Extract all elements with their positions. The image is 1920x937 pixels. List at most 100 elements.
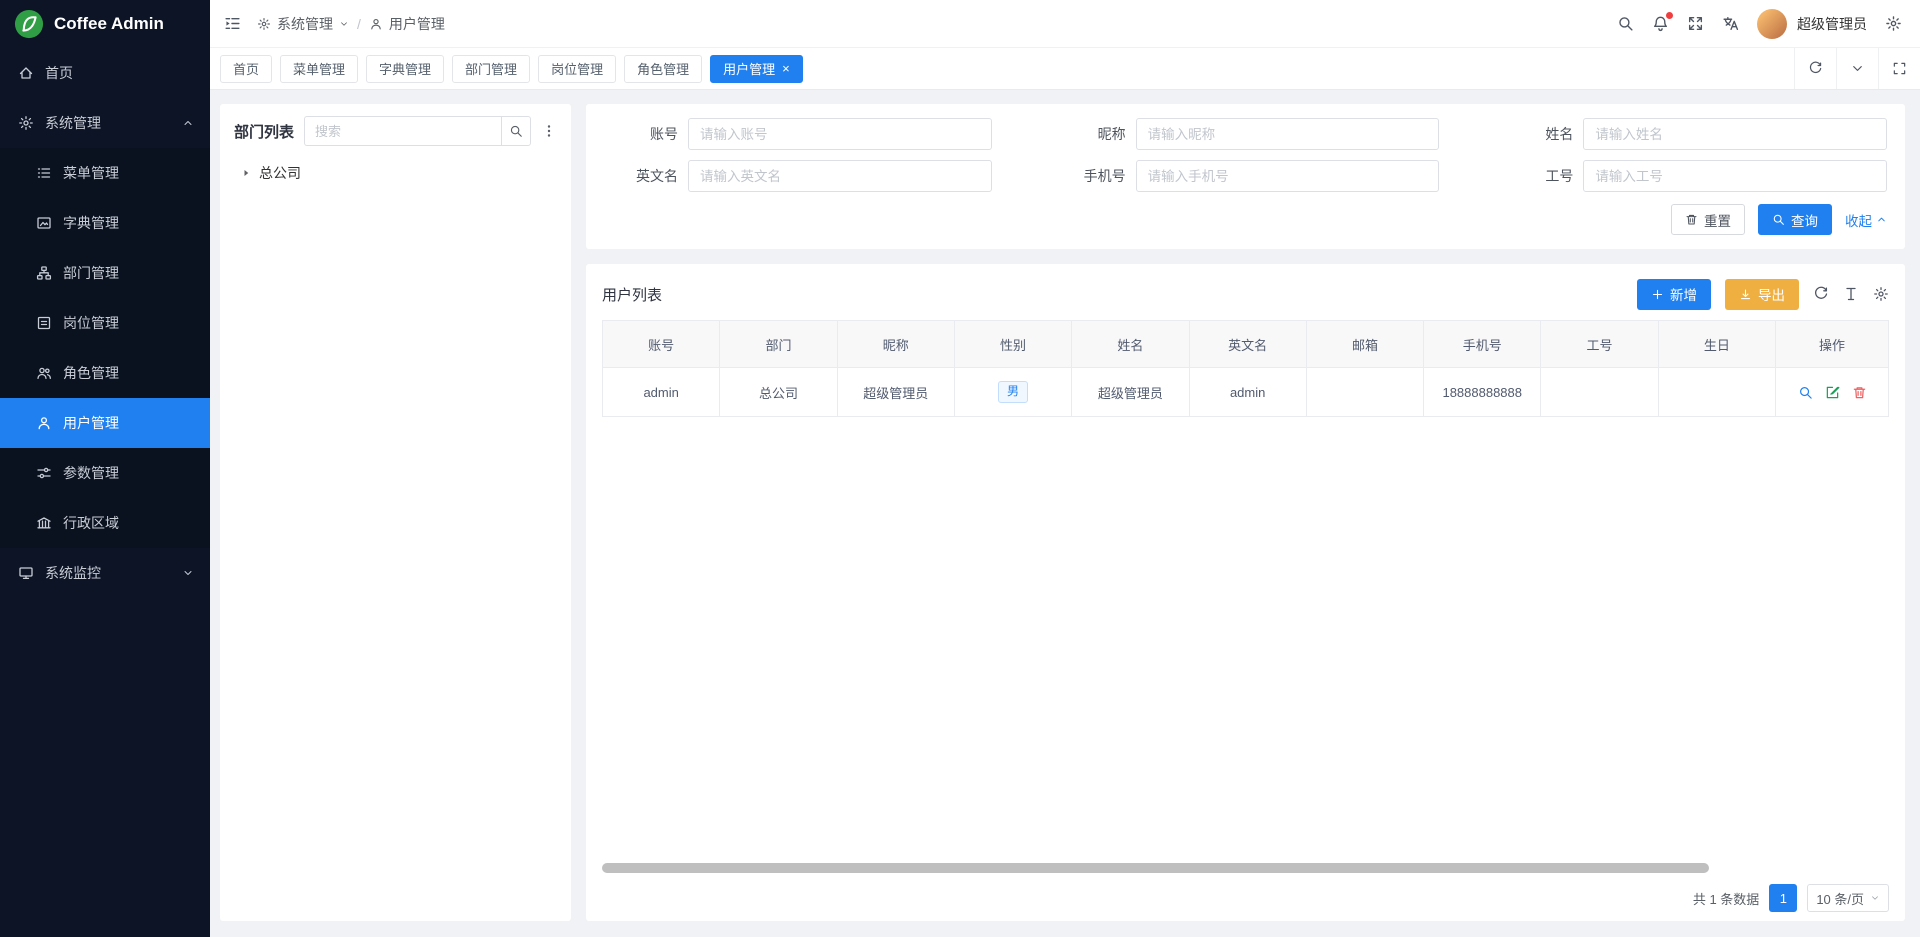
- sidebar-collapse-button[interactable]: [224, 15, 241, 32]
- delete-row-button[interactable]: [1852, 385, 1867, 400]
- edit-row-button[interactable]: [1825, 385, 1840, 400]
- cell-dept: 总公司: [720, 368, 837, 417]
- phone-input[interactable]: [1136, 160, 1440, 192]
- sidebar-item-param-management[interactable]: 参数管理: [0, 448, 210, 498]
- name-input[interactable]: [1583, 118, 1887, 150]
- pagination-page-1[interactable]: 1: [1769, 884, 1797, 912]
- sidebar-item-user-management[interactable]: 用户管理: [0, 398, 210, 448]
- pagination-total: 共 1 条数据: [1693, 889, 1759, 908]
- sidebar-item-label: 部门管理: [63, 263, 119, 283]
- sidebar-item-role-management[interactable]: 角色管理: [0, 348, 210, 398]
- gear-icon: [1885, 15, 1902, 32]
- avatar[interactable]: [1757, 9, 1787, 39]
- sidebar-item-label: 行政区域: [63, 513, 119, 533]
- department-panel: 部门列表 总公司: [220, 104, 571, 921]
- export-label: 导出: [1758, 284, 1785, 304]
- collapse-filter-button[interactable]: 收起: [1845, 210, 1887, 230]
- add-user-label: 新增: [1670, 284, 1697, 304]
- user-icon: [369, 17, 383, 31]
- view-row-button[interactable]: [1798, 385, 1813, 400]
- tab-label: 菜单管理: [293, 59, 345, 78]
- table-density-button[interactable]: [1843, 286, 1859, 302]
- refresh-page-button[interactable]: [1794, 48, 1836, 89]
- search-icon: [1772, 213, 1785, 226]
- scrollbar-thumb[interactable]: [602, 863, 1709, 873]
- sidebar-item-dept-management[interactable]: 部门管理: [0, 248, 210, 298]
- account-input[interactable]: [688, 118, 992, 150]
- column-header: 部门: [720, 321, 837, 368]
- sidebar-item-post-management[interactable]: 岗位管理: [0, 298, 210, 348]
- fullscreen-button[interactable]: [1687, 15, 1704, 32]
- work-no-input[interactable]: [1583, 160, 1887, 192]
- query-button[interactable]: 查询: [1758, 204, 1832, 235]
- page-content: 部门列表 总公司: [210, 90, 1920, 937]
- user-table: 账号 部门 昵称 性别 姓名 英文名 邮箱 手机号 工号 生日 操作: [602, 320, 1889, 417]
- department-panel-title: 部门列表: [234, 121, 294, 142]
- department-search-button[interactable]: [501, 116, 531, 146]
- sidebar-item-label: 系统管理: [45, 113, 101, 133]
- trash-icon: [1852, 385, 1867, 400]
- reset-button[interactable]: 重置: [1671, 204, 1745, 235]
- nickname-input[interactable]: [1136, 118, 1440, 150]
- sidebar-item-home[interactable]: 首页: [0, 48, 210, 98]
- cell-phone: 18888888888: [1424, 368, 1541, 417]
- menu-list-icon: [36, 165, 52, 181]
- refresh-table-button[interactable]: [1813, 286, 1829, 302]
- language-switch-button[interactable]: [1722, 15, 1739, 32]
- tab-menu-management[interactable]: 菜单管理: [280, 55, 358, 83]
- department-search: [304, 116, 531, 146]
- table-header-row: 账号 部门 昵称 性别 姓名 英文名 邮箱 手机号 工号 生日 操作: [603, 321, 1889, 368]
- breadcrumb-user-management[interactable]: 用户管理: [369, 14, 445, 34]
- tab-home[interactable]: 首页: [220, 55, 272, 83]
- sidebar-item-label: 岗位管理: [63, 313, 119, 333]
- tab-user-management[interactable]: 用户管理 ×: [710, 55, 803, 83]
- cell-english-name: admin: [1189, 368, 1306, 417]
- global-search-button[interactable]: [1617, 15, 1634, 32]
- add-user-button[interactable]: 新增: [1637, 279, 1711, 310]
- name-field: 姓名: [1495, 118, 1887, 150]
- user-list-actions: 新增 导出: [1637, 279, 1889, 310]
- chevron-down-icon: [1870, 893, 1880, 903]
- user-list-card: 用户列表 新增 导出: [586, 264, 1905, 921]
- search-form-card: 账号 昵称 姓名 英文名: [586, 104, 1905, 249]
- column-header: 手机号: [1424, 321, 1541, 368]
- refresh-icon: [1808, 61, 1823, 76]
- sidebar-group-system-management[interactable]: 系统管理: [0, 98, 210, 148]
- tab-label: 字典管理: [379, 59, 431, 78]
- sidebar-item-dict-management[interactable]: 字典管理: [0, 198, 210, 248]
- gear-icon: [18, 115, 34, 131]
- tab-role-management[interactable]: 角色管理: [624, 55, 702, 83]
- tab-close-icon[interactable]: ×: [782, 62, 790, 75]
- tab-dict-management[interactable]: 字典管理: [366, 55, 444, 83]
- tree-expand-caret-icon[interactable]: [240, 167, 252, 179]
- sidebar-item-label: 菜单管理: [63, 163, 119, 183]
- english-name-input[interactable]: [688, 160, 992, 192]
- breadcrumb-system-management[interactable]: 系统管理: [257, 14, 349, 34]
- column-settings-button[interactable]: [1873, 286, 1889, 302]
- content-fullscreen-button[interactable]: [1878, 48, 1920, 89]
- user-icon: [36, 415, 52, 431]
- tab-post-management[interactable]: 岗位管理: [538, 55, 616, 83]
- post-icon: [36, 315, 52, 331]
- sidebar-item-label: 角色管理: [63, 363, 119, 383]
- sidebar-item-admin-region[interactable]: 行政区域: [0, 498, 210, 548]
- tab-dept-management[interactable]: 部门管理: [452, 55, 530, 83]
- current-user-name[interactable]: 超级管理员: [1797, 14, 1867, 34]
- settings-button[interactable]: [1885, 15, 1902, 32]
- export-button[interactable]: 导出: [1725, 279, 1799, 310]
- sidebar-group-system-monitor[interactable]: 系统监控: [0, 548, 210, 598]
- tab-options-button[interactable]: [1836, 48, 1878, 89]
- horizontal-scrollbar[interactable]: [602, 863, 1889, 873]
- tree-node-head-office[interactable]: 总公司: [234, 158, 557, 188]
- table-density-icon: [1843, 286, 1859, 302]
- menu-fold-icon: [224, 15, 241, 32]
- cell-birthday: [1658, 368, 1775, 417]
- name-label: 姓名: [1495, 124, 1573, 144]
- sidebar-item-menu-management[interactable]: 菜单管理: [0, 148, 210, 198]
- page-size-select[interactable]: 10 条/页: [1807, 884, 1889, 912]
- department-more-button[interactable]: [541, 123, 557, 139]
- column-header: 工号: [1541, 321, 1658, 368]
- department-search-input[interactable]: [304, 116, 501, 146]
- column-header: 邮箱: [1306, 321, 1423, 368]
- notification-button[interactable]: [1652, 15, 1669, 32]
